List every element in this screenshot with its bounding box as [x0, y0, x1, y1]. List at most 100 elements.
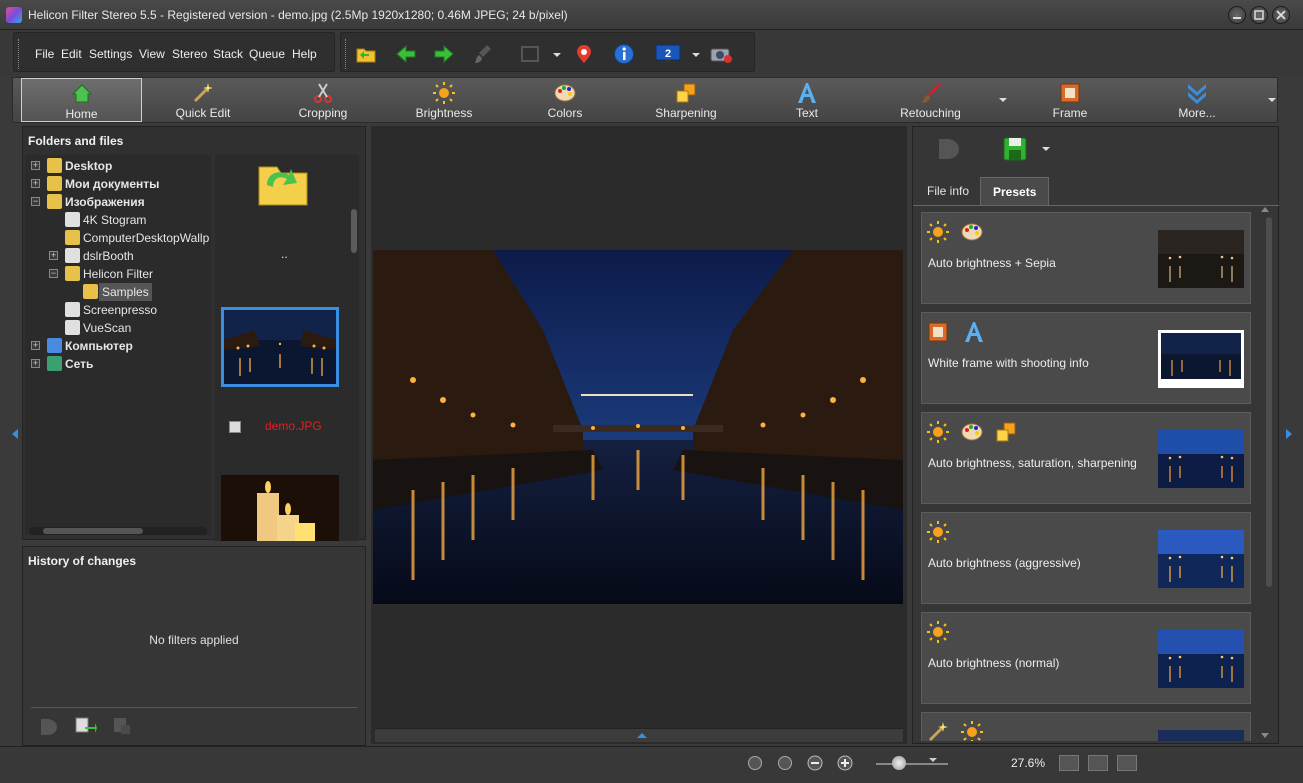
- grip-handle[interactable]: [18, 39, 21, 69]
- crop-frame-icon[interactable]: [519, 43, 541, 65]
- collapse-left-arrow-icon[interactable]: [12, 429, 18, 439]
- chevron-down-icon[interactable]: [1268, 98, 1276, 102]
- preset-card[interactable]: White frame with shooting info: [921, 312, 1251, 404]
- minimize-button[interactable]: [1228, 6, 1246, 24]
- camera-icon[interactable]: [709, 43, 733, 65]
- ribbon-label: Sharpening: [655, 106, 717, 120]
- menu-file[interactable]: File: [35, 47, 54, 61]
- network-icon: [47, 356, 62, 371]
- ribbon-home[interactable]: Home: [21, 78, 142, 122]
- ribbon-more[interactable]: More...: [1137, 78, 1257, 122]
- expand-icon[interactable]: +: [31, 161, 40, 170]
- collapse-icon[interactable]: −: [49, 269, 58, 278]
- view-split-horizontal-icon[interactable]: [1088, 755, 1108, 771]
- brush-icon: [920, 83, 941, 103]
- ribbon-retouching[interactable]: Retouching: [868, 78, 993, 122]
- preset-label: White frame with shooting info: [928, 356, 1089, 370]
- info-icon[interactable]: [613, 43, 635, 65]
- menu-edit[interactable]: Edit: [61, 47, 82, 61]
- expand-icon[interactable]: +: [49, 251, 58, 260]
- location-pin-icon[interactable]: [573, 43, 595, 65]
- ribbon-label: Quick Edit: [175, 106, 231, 120]
- thumbnail-demo-jpg[interactable]: [221, 307, 339, 387]
- close-icon: [1276, 10, 1286, 20]
- menu-view[interactable]: View: [139, 47, 165, 61]
- image-canvas[interactable]: [371, 126, 907, 744]
- presets-scrollbar[interactable]: [1266, 217, 1272, 587]
- menu-bar: File Edit Settings View Stereo Stack Que…: [13, 32, 335, 72]
- preset-card[interactable]: Auto brightness + Sepia: [921, 212, 1251, 304]
- sharpening-squares-icon: [996, 422, 1016, 442]
- brush-icon[interactable]: [473, 43, 495, 65]
- chevron-down-icon[interactable]: [553, 53, 561, 57]
- apply-script-icon[interactable]: [73, 715, 97, 737]
- preset-card[interactable]: Auto brightness, saturation, sharpening: [921, 412, 1251, 504]
- folder-icon: [65, 320, 80, 335]
- menu-toolbar-row: File Edit Settings View Stereo Stack Que…: [0, 30, 1303, 76]
- ribbon-quick-edit[interactable]: Quick Edit: [143, 78, 263, 122]
- tab-presets[interactable]: Presets: [980, 177, 1050, 205]
- chevron-down-icon[interactable]: [999, 98, 1007, 102]
- scroll-down-icon[interactable]: [1261, 733, 1269, 738]
- preset-card[interactable]: [921, 712, 1251, 741]
- menu-help[interactable]: Help: [292, 47, 317, 61]
- preset-card[interactable]: Auto brightness (aggressive): [921, 512, 1251, 604]
- expand-icon[interactable]: +: [31, 359, 40, 368]
- ribbon-frame[interactable]: Frame: [1010, 78, 1130, 122]
- thumbnail-candles[interactable]: [221, 475, 339, 541]
- preset-label: Auto brightness (aggressive): [928, 556, 1081, 570]
- tree-horizontal-scrollbar[interactable]: [29, 527, 207, 535]
- preset-card[interactable]: Auto brightness (normal): [921, 612, 1251, 704]
- zoom-out-icon[interactable]: [807, 755, 823, 771]
- menu-queue[interactable]: Queue: [249, 47, 285, 61]
- expand-icon[interactable]: +: [31, 179, 40, 188]
- close-button[interactable]: [1272, 6, 1290, 24]
- view-single-icon[interactable]: [1059, 755, 1079, 771]
- ribbon-cropping[interactable]: Cropping: [263, 78, 383, 122]
- folder-icon: [65, 302, 80, 317]
- menu-settings[interactable]: Settings: [89, 47, 132, 61]
- select-checkbox[interactable]: [229, 421, 241, 433]
- ribbon-sharpening[interactable]: Sharpening: [625, 78, 747, 122]
- tab-divider: [913, 205, 1279, 206]
- ribbon-text[interactable]: Text: [747, 78, 867, 122]
- zoom-in-icon[interactable]: [837, 755, 853, 771]
- palette-icon: [961, 423, 983, 441]
- open-folder-icon[interactable]: [355, 43, 377, 65]
- scroll-up-icon[interactable]: [1261, 207, 1269, 212]
- status-bar: 27.6%: [0, 746, 1303, 783]
- thumbnail-image: [221, 475, 339, 541]
- monitor-2-icon[interactable]: 2: [655, 43, 681, 65]
- chevron-down-icon[interactable]: [929, 758, 937, 762]
- save-script-icon[interactable]: [111, 715, 133, 737]
- menu-stereo[interactable]: Stereo: [172, 47, 207, 61]
- chevron-down-icon[interactable]: [1042, 147, 1050, 151]
- sun-icon: [961, 721, 983, 741]
- zoom-fit-icon[interactable]: [778, 756, 792, 770]
- undo-icon[interactable]: [935, 135, 961, 163]
- frame-icon: [1060, 83, 1080, 103]
- forward-arrow-icon[interactable]: [433, 43, 455, 65]
- thumbnail-scrollbar[interactable]: [351, 209, 357, 253]
- ribbon-colors[interactable]: Colors: [505, 78, 625, 122]
- grip-handle[interactable]: [345, 39, 348, 69]
- view-split-vertical-icon[interactable]: [1117, 755, 1137, 771]
- maximize-button[interactable]: [1250, 6, 1268, 24]
- zoom-slider-track[interactable]: [876, 763, 948, 765]
- collapse-icon[interactable]: −: [31, 197, 40, 206]
- expand-up-arrow-icon[interactable]: [637, 733, 647, 738]
- tab-file-info[interactable]: File info: [915, 177, 981, 205]
- zoom-actual-size-icon[interactable]: [748, 756, 762, 770]
- chevron-down-icon[interactable]: [692, 53, 700, 57]
- back-arrow-icon[interactable]: [395, 43, 417, 65]
- ribbon-brightness[interactable]: Brightness: [384, 78, 504, 122]
- folder-icon: [65, 248, 80, 263]
- zoom-slider-thumb[interactable]: [892, 756, 906, 770]
- menu-stack[interactable]: Stack: [213, 47, 243, 61]
- save-icon[interactable]: [1001, 135, 1029, 163]
- parent-folder-icon[interactable]: [253, 155, 313, 209]
- expand-icon[interactable]: +: [31, 341, 40, 350]
- folder-icon: [47, 194, 62, 209]
- undo-icon[interactable]: [37, 715, 59, 737]
- collapse-right-arrow-icon[interactable]: [1286, 429, 1292, 439]
